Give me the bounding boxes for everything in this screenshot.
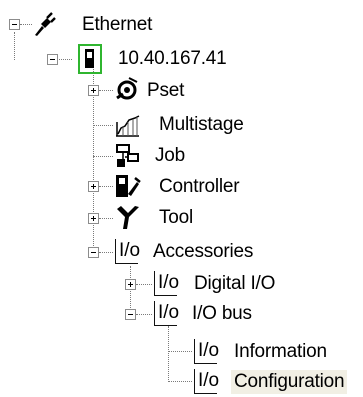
tree-node-multistage[interactable]: Multistage (113, 110, 263, 140)
collapse-toggle-controller-node[interactable] (47, 54, 58, 65)
node-label: Ethernet (82, 14, 153, 35)
tree-node-accessories[interactable]: I/o Accessories (113, 237, 283, 267)
tree-node-io-bus[interactable]: I/o I/O bus (152, 299, 292, 329)
io-icon: I/o (194, 339, 220, 364)
tree-node-digital-io[interactable]: I/o Digital I/O (152, 269, 312, 299)
tree-node-controller-ip[interactable]: 10.40.167.41 (72, 44, 252, 74)
pset-spiral-icon (113, 76, 141, 104)
expand-toggle-tool[interactable] (88, 213, 99, 224)
tree-connector (168, 326, 169, 382)
expand-toggle-controller[interactable] (88, 181, 99, 192)
tree-connector (168, 351, 192, 352)
tree-view: Ethernet 10.40.167.41 Pset Multistage Jo… (0, 0, 363, 397)
io-icon: I/o (154, 271, 180, 296)
controller-device-icon (78, 44, 102, 74)
node-label: Pset (147, 80, 185, 101)
node-label: I/O bus (192, 303, 252, 324)
controller-tool-icon (113, 172, 141, 200)
tool-wrench-icon (113, 203, 141, 231)
collapse-toggle-io-bus[interactable] (125, 309, 136, 320)
node-label: Digital I/O (194, 273, 276, 294)
tree-connector (99, 218, 113, 219)
node-label: Multistage (159, 114, 244, 135)
tree-node-information[interactable]: I/o Information (192, 337, 352, 367)
io-icon: I/o (154, 301, 180, 326)
io-icon: I/o (115, 239, 141, 264)
node-label: Accessories (153, 241, 254, 262)
tree-connector (14, 32, 15, 60)
multistage-chart-icon (113, 110, 141, 138)
tree-connector (130, 266, 131, 314)
node-label: Configuration (231, 370, 348, 394)
tree-node-ethernet[interactable]: Ethernet (32, 10, 172, 40)
tree-connector (93, 125, 113, 126)
tree-connector (99, 186, 113, 187)
tree-connector (99, 90, 113, 91)
node-label: 10.40.167.41 (118, 48, 227, 69)
tree-connector (20, 24, 32, 25)
node-label: Information (234, 341, 327, 362)
tree-connector (93, 156, 113, 157)
node-label: Job (155, 145, 186, 166)
collapse-toggle-ethernet[interactable] (9, 19, 20, 30)
tree-connector (168, 381, 192, 382)
job-network-icon (113, 141, 141, 169)
tree-node-pset[interactable]: Pset (113, 76, 213, 106)
node-label: Tool (159, 207, 194, 228)
tree-connector (99, 252, 113, 253)
expand-toggle-digital-io[interactable] (125, 279, 136, 290)
tree-node-tool[interactable]: Tool (113, 203, 213, 233)
tree-node-configuration[interactable]: I/o Configuration (192, 367, 362, 397)
collapse-toggle-accessories[interactable] (88, 247, 99, 258)
expand-toggle-pset[interactable] (88, 85, 99, 96)
io-icon: I/o (194, 369, 220, 394)
ethernet-plug-icon (32, 10, 56, 38)
tree-node-job[interactable]: Job (113, 141, 203, 171)
tree-node-controller[interactable]: Controller (113, 172, 263, 202)
tree-connector (136, 284, 152, 285)
node-label: Controller (159, 176, 240, 197)
tree-connector (59, 59, 72, 60)
tree-connector (136, 314, 152, 315)
